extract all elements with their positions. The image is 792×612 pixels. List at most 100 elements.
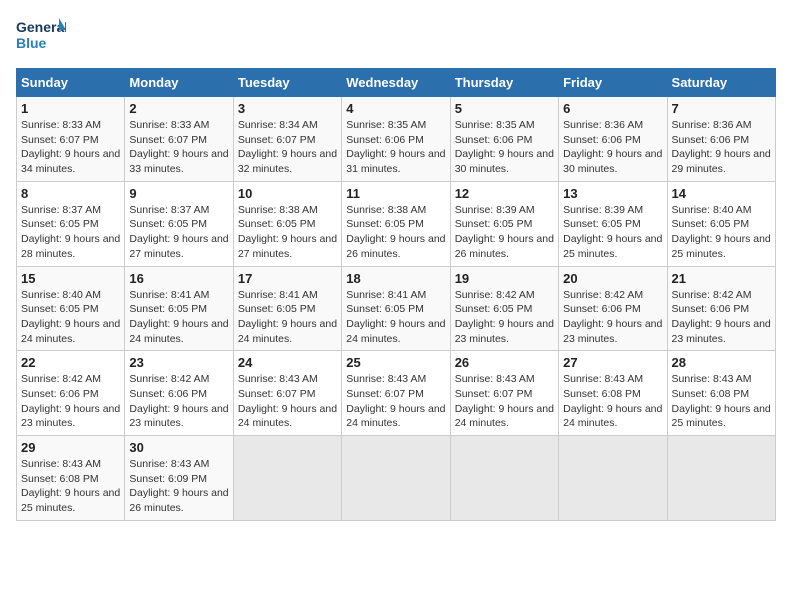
calendar-cell	[559, 436, 667, 521]
day-number: 14	[672, 186, 771, 201]
day-detail: Sunrise: 8:42 AMSunset: 6:06 PMDaylight:…	[563, 289, 662, 345]
calendar-cell: 20 Sunrise: 8:42 AMSunset: 6:06 PMDaylig…	[559, 266, 667, 351]
calendar-cell	[233, 436, 341, 521]
day-number: 20	[563, 271, 662, 286]
day-detail: Sunrise: 8:42 AMSunset: 6:06 PMDaylight:…	[129, 373, 228, 429]
calendar-cell: 2 Sunrise: 8:33 AMSunset: 6:07 PMDayligh…	[125, 97, 233, 182]
day-detail: Sunrise: 8:36 AMSunset: 6:06 PMDaylight:…	[672, 119, 771, 175]
calendar-cell: 4 Sunrise: 8:35 AMSunset: 6:06 PMDayligh…	[342, 97, 450, 182]
day-detail: Sunrise: 8:43 AMSunset: 6:07 PMDaylight:…	[346, 373, 445, 429]
calendar-cell: 24 Sunrise: 8:43 AMSunset: 6:07 PMDaylig…	[233, 351, 341, 436]
day-number: 17	[238, 271, 337, 286]
day-number: 6	[563, 101, 662, 116]
day-number: 12	[455, 186, 554, 201]
day-number: 15	[21, 271, 120, 286]
day-detail: Sunrise: 8:36 AMSunset: 6:06 PMDaylight:…	[563, 119, 662, 175]
calendar-cell	[450, 436, 558, 521]
day-detail: Sunrise: 8:33 AMSunset: 6:07 PMDaylight:…	[21, 119, 120, 175]
calendar-cell: 30 Sunrise: 8:43 AMSunset: 6:09 PMDaylig…	[125, 436, 233, 521]
day-detail: Sunrise: 8:41 AMSunset: 6:05 PMDaylight:…	[238, 289, 337, 345]
calendar-cell: 19 Sunrise: 8:42 AMSunset: 6:05 PMDaylig…	[450, 266, 558, 351]
day-detail: Sunrise: 8:35 AMSunset: 6:06 PMDaylight:…	[455, 119, 554, 175]
day-detail: Sunrise: 8:39 AMSunset: 6:05 PMDaylight:…	[563, 204, 662, 260]
day-detail: Sunrise: 8:41 AMSunset: 6:05 PMDaylight:…	[129, 289, 228, 345]
calendar-cell: 21 Sunrise: 8:42 AMSunset: 6:06 PMDaylig…	[667, 266, 775, 351]
calendar-cell: 13 Sunrise: 8:39 AMSunset: 6:05 PMDaylig…	[559, 181, 667, 266]
day-detail: Sunrise: 8:38 AMSunset: 6:05 PMDaylight:…	[346, 204, 445, 260]
day-detail: Sunrise: 8:43 AMSunset: 6:07 PMDaylight:…	[455, 373, 554, 429]
day-number: 26	[455, 355, 554, 370]
day-number: 13	[563, 186, 662, 201]
day-number: 23	[129, 355, 228, 370]
day-number: 4	[346, 101, 445, 116]
day-number: 28	[672, 355, 771, 370]
calendar-cell: 8 Sunrise: 8:37 AMSunset: 6:05 PMDayligh…	[17, 181, 125, 266]
calendar-week-row: 22 Sunrise: 8:42 AMSunset: 6:06 PMDaylig…	[17, 351, 776, 436]
weekday-header-monday: Monday	[125, 69, 233, 97]
calendar-cell: 16 Sunrise: 8:41 AMSunset: 6:05 PMDaylig…	[125, 266, 233, 351]
weekday-header-wednesday: Wednesday	[342, 69, 450, 97]
calendar-cell: 6 Sunrise: 8:36 AMSunset: 6:06 PMDayligh…	[559, 97, 667, 182]
calendar-cell: 22 Sunrise: 8:42 AMSunset: 6:06 PMDaylig…	[17, 351, 125, 436]
day-detail: Sunrise: 8:35 AMSunset: 6:06 PMDaylight:…	[346, 119, 445, 175]
day-detail: Sunrise: 8:43 AMSunset: 6:08 PMDaylight:…	[21, 458, 120, 514]
weekday-header-thursday: Thursday	[450, 69, 558, 97]
calendar-cell: 25 Sunrise: 8:43 AMSunset: 6:07 PMDaylig…	[342, 351, 450, 436]
day-number: 3	[238, 101, 337, 116]
calendar-cell: 26 Sunrise: 8:43 AMSunset: 6:07 PMDaylig…	[450, 351, 558, 436]
day-number: 24	[238, 355, 337, 370]
day-detail: Sunrise: 8:38 AMSunset: 6:05 PMDaylight:…	[238, 204, 337, 260]
svg-text:General: General	[16, 19, 66, 35]
calendar-cell: 5 Sunrise: 8:35 AMSunset: 6:06 PMDayligh…	[450, 97, 558, 182]
calendar-header: SundayMondayTuesdayWednesdayThursdayFrid…	[17, 69, 776, 97]
day-number: 19	[455, 271, 554, 286]
calendar-cell: 29 Sunrise: 8:43 AMSunset: 6:08 PMDaylig…	[17, 436, 125, 521]
calendar-week-row: 29 Sunrise: 8:43 AMSunset: 6:08 PMDaylig…	[17, 436, 776, 521]
day-number: 2	[129, 101, 228, 116]
calendar-cell: 9 Sunrise: 8:37 AMSunset: 6:05 PMDayligh…	[125, 181, 233, 266]
calendar-week-row: 8 Sunrise: 8:37 AMSunset: 6:05 PMDayligh…	[17, 181, 776, 266]
logo: General Blue	[16, 16, 66, 60]
weekday-header-row: SundayMondayTuesdayWednesdayThursdayFrid…	[17, 69, 776, 97]
day-detail: Sunrise: 8:43 AMSunset: 6:09 PMDaylight:…	[129, 458, 228, 514]
calendar-cell: 11 Sunrise: 8:38 AMSunset: 6:05 PMDaylig…	[342, 181, 450, 266]
day-detail: Sunrise: 8:42 AMSunset: 6:06 PMDaylight:…	[21, 373, 120, 429]
calendar-week-row: 15 Sunrise: 8:40 AMSunset: 6:05 PMDaylig…	[17, 266, 776, 351]
calendar-cell: 15 Sunrise: 8:40 AMSunset: 6:05 PMDaylig…	[17, 266, 125, 351]
day-detail: Sunrise: 8:43 AMSunset: 6:08 PMDaylight:…	[672, 373, 771, 429]
day-detail: Sunrise: 8:37 AMSunset: 6:05 PMDaylight:…	[129, 204, 228, 260]
day-detail: Sunrise: 8:40 AMSunset: 6:05 PMDaylight:…	[672, 204, 771, 260]
day-number: 27	[563, 355, 662, 370]
calendar-table: SundayMondayTuesdayWednesdayThursdayFrid…	[16, 68, 776, 521]
calendar-cell: 17 Sunrise: 8:41 AMSunset: 6:05 PMDaylig…	[233, 266, 341, 351]
day-number: 10	[238, 186, 337, 201]
calendar-cell: 18 Sunrise: 8:41 AMSunset: 6:05 PMDaylig…	[342, 266, 450, 351]
day-number: 25	[346, 355, 445, 370]
day-detail: Sunrise: 8:42 AMSunset: 6:05 PMDaylight:…	[455, 289, 554, 345]
weekday-header-friday: Friday	[559, 69, 667, 97]
day-number: 21	[672, 271, 771, 286]
day-detail: Sunrise: 8:37 AMSunset: 6:05 PMDaylight:…	[21, 204, 120, 260]
svg-text:Blue: Blue	[16, 35, 47, 51]
calendar-cell: 23 Sunrise: 8:42 AMSunset: 6:06 PMDaylig…	[125, 351, 233, 436]
calendar-cell: 10 Sunrise: 8:38 AMSunset: 6:05 PMDaylig…	[233, 181, 341, 266]
day-detail: Sunrise: 8:33 AMSunset: 6:07 PMDaylight:…	[129, 119, 228, 175]
calendar-cell: 28 Sunrise: 8:43 AMSunset: 6:08 PMDaylig…	[667, 351, 775, 436]
calendar-week-row: 1 Sunrise: 8:33 AMSunset: 6:07 PMDayligh…	[17, 97, 776, 182]
day-detail: Sunrise: 8:41 AMSunset: 6:05 PMDaylight:…	[346, 289, 445, 345]
calendar-cell: 7 Sunrise: 8:36 AMSunset: 6:06 PMDayligh…	[667, 97, 775, 182]
weekday-header-tuesday: Tuesday	[233, 69, 341, 97]
day-number: 5	[455, 101, 554, 116]
calendar-cell	[342, 436, 450, 521]
weekday-header-saturday: Saturday	[667, 69, 775, 97]
weekday-header-sunday: Sunday	[17, 69, 125, 97]
calendar-cell: 12 Sunrise: 8:39 AMSunset: 6:05 PMDaylig…	[450, 181, 558, 266]
calendar-cell	[667, 436, 775, 521]
calendar-cell: 14 Sunrise: 8:40 AMSunset: 6:05 PMDaylig…	[667, 181, 775, 266]
calendar-cell: 3 Sunrise: 8:34 AMSunset: 6:07 PMDayligh…	[233, 97, 341, 182]
calendar-cell: 27 Sunrise: 8:43 AMSunset: 6:08 PMDaylig…	[559, 351, 667, 436]
day-detail: Sunrise: 8:42 AMSunset: 6:06 PMDaylight:…	[672, 289, 771, 345]
day-detail: Sunrise: 8:43 AMSunset: 6:08 PMDaylight:…	[563, 373, 662, 429]
day-number: 11	[346, 186, 445, 201]
day-number: 22	[21, 355, 120, 370]
